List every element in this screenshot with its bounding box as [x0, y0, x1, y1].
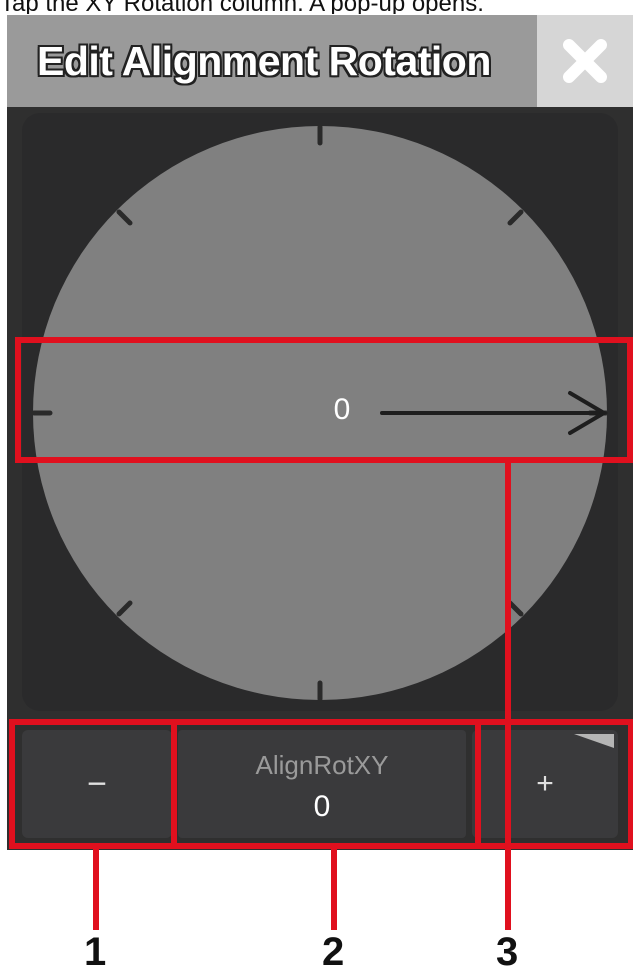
rotation-dial-panel[interactable]: 0	[22, 113, 618, 711]
callout-number-3: 3	[496, 930, 519, 974]
corner-indicator	[574, 734, 614, 748]
close-icon	[563, 39, 607, 83]
decrement-button[interactable]: −	[22, 730, 172, 838]
field-label: AlignRotXY	[255, 750, 389, 780]
value-controls: − AlignRotXY 0 +	[22, 730, 618, 845]
rotation-dial[interactable]	[22, 113, 618, 711]
callout-number-1: 1	[84, 930, 107, 974]
dialog-title: Edit Alignment Rotation	[37, 37, 491, 84]
edit-alignment-rotation-dialog: Edit Alignment Rotation 0 − AlignRotXY 0…	[7, 15, 633, 850]
plus-label: +	[536, 767, 554, 800]
dialog-titlebar: Edit Alignment Rotation	[7, 15, 537, 107]
close-button[interactable]	[537, 15, 633, 107]
instruction-caption: Tap the XY Rotation column. A pop-up ope…	[0, 0, 484, 14]
callout-number-2: 2	[322, 930, 345, 974]
field-value: 0	[313, 790, 331, 823]
align-rot-xy-field[interactable]: AlignRotXY 0	[178, 730, 466, 838]
increment-button[interactable]: +	[472, 730, 618, 838]
dial-value-label: 0	[333, 393, 351, 426]
